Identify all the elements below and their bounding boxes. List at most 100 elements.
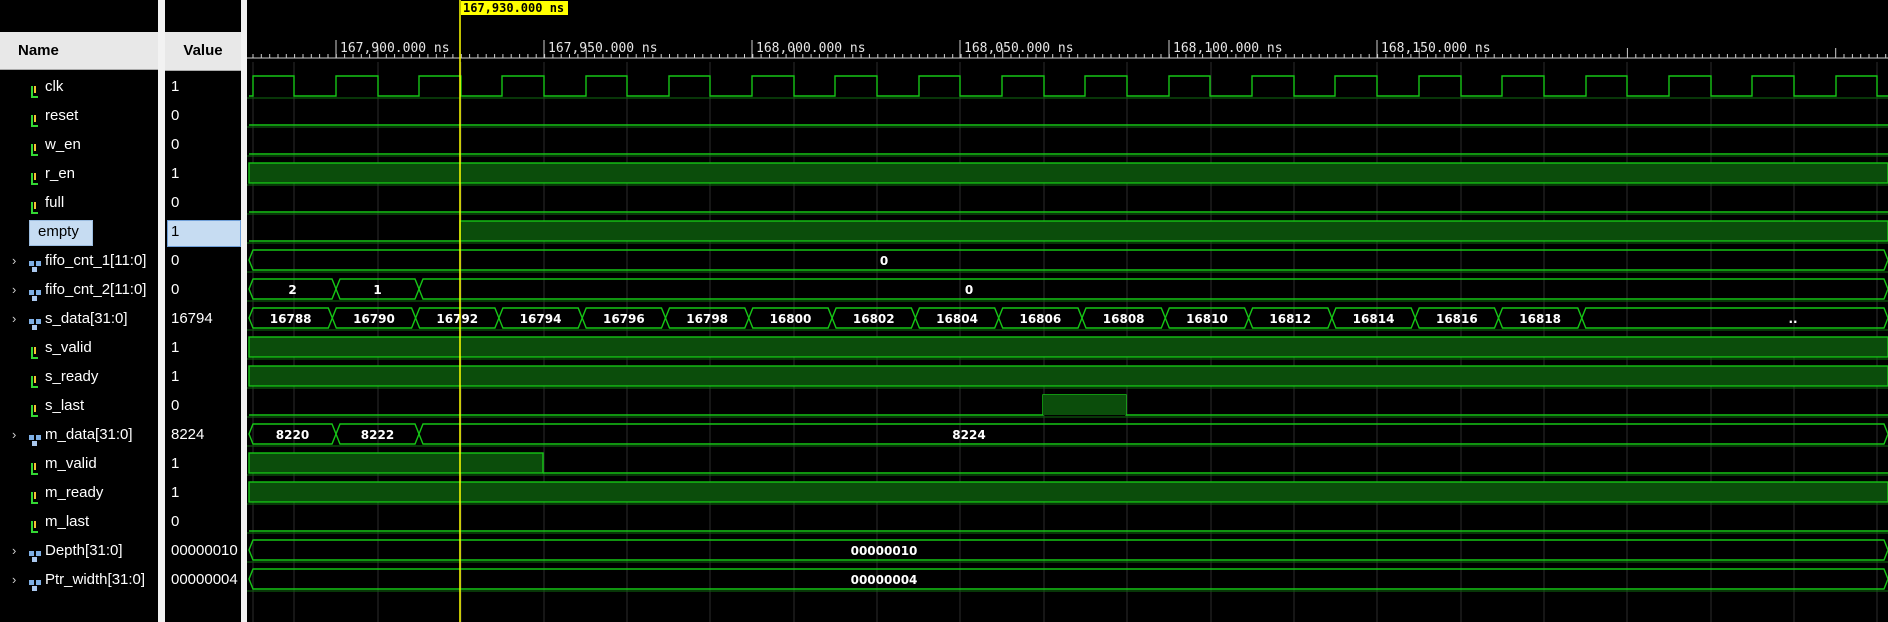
signal-value: 1 [171, 165, 180, 182]
bus-value-label: 00000004 [851, 573, 918, 587]
expand-chevron-icon[interactable]: › [12, 246, 22, 275]
signal-icon [30, 80, 40, 98]
signal-value-row: 0 [165, 101, 241, 130]
bus-signal-icon [28, 573, 44, 591]
signal-value-row: 0 [165, 275, 241, 304]
signal-name: r_en [45, 165, 76, 182]
signal-value-row: 1 [165, 478, 241, 507]
bus-value-label: 16806 [1019, 312, 1061, 326]
signal-value: 1 [171, 78, 180, 95]
bus-signal-icon [28, 254, 44, 272]
expand-chevron-icon[interactable]: › [12, 565, 22, 594]
signal-row[interactable]: › m_data[31:0] [0, 420, 158, 449]
bus-value-label: 16798 [686, 312, 728, 326]
bus-value-label: 2 [288, 283, 296, 297]
signal-name: full [45, 194, 65, 211]
signal-row[interactable]: › Depth[31:0] [0, 536, 158, 565]
bus-value-label: 16810 [1186, 312, 1228, 326]
signal-value: 0 [171, 136, 180, 153]
bus-value-label: 16814 [1353, 312, 1395, 326]
signal-name: m_valid [45, 455, 97, 472]
signal-icon [30, 457, 40, 475]
signal-row[interactable]: w_en [0, 130, 158, 159]
expand-chevron-icon[interactable]: › [12, 420, 22, 449]
signal-value: 0 [171, 252, 180, 269]
bus-signal-icon [28, 544, 44, 562]
time-label: 168,000.000 ns [756, 41, 866, 56]
signal-name-panel: Name clk reset w_en r_en full empty › fifo_cnt_… [0, 0, 159, 622]
value-column-header[interactable]: Value [165, 32, 241, 71]
signal-name: fifo_cnt_1[11:0] [45, 252, 147, 269]
time-label: 168,050.000 ns [964, 41, 1074, 56]
bus-value-label: 0 [880, 254, 888, 268]
signal-name: s_valid [45, 339, 92, 356]
signal-row[interactable]: m_ready [0, 478, 158, 507]
panel-splitter-left[interactable] [158, 0, 165, 622]
pulse-fill [1043, 395, 1126, 415]
signal-value: 0 [171, 281, 180, 298]
signal-row[interactable]: › fifo_cnt_1[11:0] [0, 246, 158, 275]
signal-row[interactable]: r_en [0, 159, 158, 188]
bus-value-label: 16808 [1103, 312, 1145, 326]
signal-row[interactable]: s_last [0, 391, 158, 420]
signal-row[interactable]: reset [0, 101, 158, 130]
signal-row[interactable]: m_valid [0, 449, 158, 478]
clock-wave [249, 75, 1888, 97]
bus-segment [248, 249, 1888, 271]
signal-row[interactable]: s_valid [0, 333, 158, 362]
expand-chevron-icon[interactable]: › [12, 275, 22, 304]
signal-icon [30, 341, 40, 359]
signal-icon [30, 370, 40, 388]
signal-icon [30, 196, 40, 214]
name-column-header[interactable]: Name [0, 32, 158, 70]
bus-value-label: 16804 [936, 312, 978, 326]
waveform-canvas[interactable]: 167,900.000 ns 167,950.000 ns 168,000.000 … [247, 0, 1888, 622]
bus-value-label: 16794 [520, 312, 562, 326]
bus-segment [418, 423, 1888, 445]
signal-row[interactable]: full [0, 188, 158, 217]
bus-value-label: 1 [373, 283, 381, 297]
signal-name: empty [38, 223, 79, 240]
bus-value-label: 16790 [353, 312, 395, 326]
signal-name: w_en [45, 136, 81, 153]
bus-value-label: 8222 [361, 428, 394, 442]
signal-row[interactable]: › Ptr_width[31:0] [0, 565, 158, 594]
signal-row[interactable]: m_last [0, 507, 158, 536]
signal-value-row: 0 [165, 391, 241, 420]
signal-row[interactable]: › s_data[31:0] [0, 304, 158, 333]
bus-value-label: 16796 [603, 312, 645, 326]
signal-value: 0 [171, 107, 180, 124]
bus-signal-icon [28, 312, 44, 330]
signal-row[interactable]: › fifo_cnt_2[11:0] [0, 275, 158, 304]
expand-chevron-icon[interactable]: › [12, 536, 22, 565]
bus-value-label: 16792 [436, 312, 478, 326]
signal-name: m_last [45, 513, 90, 530]
signal-row[interactable]: s_ready [0, 362, 158, 391]
signal-value: 1 [171, 368, 180, 385]
time-label: 167,950.000 ns [548, 41, 658, 56]
bus-segment [248, 568, 1888, 590]
signal-name: reset [45, 107, 79, 124]
signal-value-row: 0 [165, 188, 241, 217]
signal-row[interactable]: empty [0, 217, 158, 246]
bus-signal-icon [28, 283, 44, 301]
signal-value-row: 1 [165, 217, 241, 247]
signal-icon [30, 109, 40, 127]
signal-value: 00000010 [171, 542, 238, 559]
high-wave [248, 336, 1888, 358]
bus-value-label: .. [1788, 312, 1797, 326]
signal-value: 0 [171, 513, 180, 530]
bus-value-label: 8220 [276, 428, 309, 442]
signal-row[interactable]: clk [0, 72, 158, 101]
expand-chevron-icon[interactable]: › [12, 304, 22, 333]
signal-name: Depth[31:0] [45, 542, 123, 559]
bus-signal-icon [28, 428, 44, 446]
bus-value-label: 8224 [952, 428, 985, 442]
signal-value-row: 8224 [165, 420, 241, 449]
signal-name: Ptr_width[31:0] [45, 571, 146, 588]
bus-value-label: 16800 [770, 312, 812, 326]
bus-segment [1581, 307, 1888, 329]
bus-value-label: 16802 [853, 312, 895, 326]
signal-value-row: 00000004 [165, 565, 241, 594]
signal-value: 1 [171, 339, 180, 356]
